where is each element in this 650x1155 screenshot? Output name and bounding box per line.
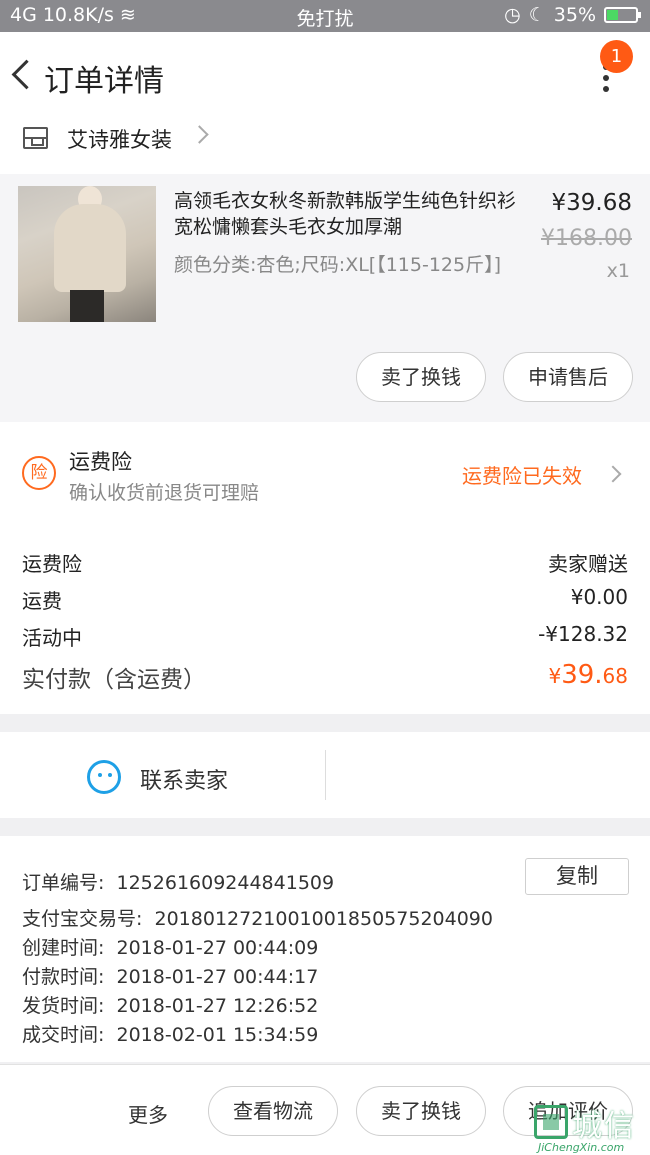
fee-label: 活动中 xyxy=(22,626,82,650)
resell-button[interactable]: 卖了换钱 xyxy=(356,1086,486,1136)
product-price: ¥39.68 xyxy=(551,190,632,216)
chevron-right-icon xyxy=(190,125,209,144)
fee-row: 运费险 卖家赠送 xyxy=(22,548,628,577)
battery-percent: 35% xyxy=(553,4,596,26)
fee-value: -¥128.32 xyxy=(538,622,628,646)
product-spec: 颜色分类:杏色;尺码:XL[【115-125斤】] xyxy=(174,254,502,276)
alipay-line: 支付宝交易号: 2018012721001001850575204090 xyxy=(22,908,493,930)
product-original-price: ¥168.00 xyxy=(541,226,632,251)
shipped-time-line: 发货时间: 2018-01-27 12:26:52 xyxy=(22,995,319,1017)
after-sale-button[interactable]: 申请售后 xyxy=(503,352,633,402)
more-button[interactable]: 更多 xyxy=(128,1099,168,1128)
alipay-number: 2018012721001001850575204090 xyxy=(154,908,493,930)
insurance-icon: 险 xyxy=(22,456,56,490)
order-number: 125261609244841509 xyxy=(116,872,335,894)
created-time-line: 创建时间: 2018-01-27 00:44:09 xyxy=(22,937,319,959)
divider xyxy=(325,750,326,800)
total-row: 实付款（含运费） ¥39.68 xyxy=(22,660,628,694)
total-value: ¥39.68 xyxy=(548,660,628,690)
product-image[interactable] xyxy=(18,186,156,322)
paid-time-line: 付款时间: 2018-01-27 00:44:17 xyxy=(22,966,319,988)
status-bar: 4G 10.8K/s ≋ 免打扰 ◷ ☾ 35% xyxy=(0,0,650,32)
alarm-icon: ◷ xyxy=(504,4,521,26)
order-number-line: 订单编号: 125261609244841509 xyxy=(22,872,335,894)
watermark: 城信 JiChengXin.com xyxy=(534,1103,646,1154)
fees-section: 运费险 卖家赠送 运费 ¥0.00 活动中 -¥128.32 实付款（含运费） … xyxy=(0,514,650,714)
fee-row: 活动中 -¥128.32 xyxy=(22,622,628,651)
fee-value: ¥0.00 xyxy=(570,585,628,609)
insurance-title: 运费险 xyxy=(69,450,132,474)
back-icon[interactable] xyxy=(6,54,34,94)
shop-icon xyxy=(23,127,48,149)
product-title[interactable]: 高领毛衣女秋冬新款韩版学生纯色针织衫宽松慵懒套头毛衣女加厚潮 xyxy=(174,188,524,240)
chat-icon[interactable] xyxy=(87,760,121,794)
resell-button[interactable]: 卖了换钱 xyxy=(356,352,486,402)
product-quantity: x1 xyxy=(606,260,630,282)
moon-icon: ☾ xyxy=(528,4,546,26)
total-label: 实付款（含运费） xyxy=(22,667,206,693)
notification-badge: 1 xyxy=(600,40,633,73)
view-logistics-button[interactable]: 查看物流 xyxy=(208,1086,338,1136)
completed-time-line: 成交时间: 2018-02-01 15:34:59 xyxy=(22,1024,319,1046)
contact-section: 联系卖家 xyxy=(0,732,650,818)
watermark-text: 城信 xyxy=(572,1109,636,1144)
watermark-logo-icon xyxy=(534,1105,568,1139)
shop-name: 艾诗雅女装 xyxy=(67,128,172,152)
order-info-section: 订单编号: 125261609244841509 复制 支付宝交易号: 2018… xyxy=(0,836,650,1062)
page-title: 订单详情 xyxy=(44,64,164,99)
insurance-subtitle: 确认收货前退货可理赔 xyxy=(69,482,260,504)
header: 订单详情 1 xyxy=(0,32,650,120)
shipping-insurance-section[interactable]: 险 运费险 确认收货前退货可理赔 运费险已失效 xyxy=(0,422,650,514)
contact-seller-button[interactable]: 联系卖家 xyxy=(140,763,228,795)
fee-label: 运费险 xyxy=(22,552,82,576)
fee-value: 卖家赠送 xyxy=(548,552,628,576)
product-card[interactable]: 高领毛衣女秋冬新款韩版学生纯色针织衫宽松慵懒套头毛衣女加厚潮 颜色分类:杏色;尺… xyxy=(0,174,650,422)
fee-row: 运费 ¥0.00 xyxy=(22,585,628,614)
shop-row[interactable]: 艾诗雅女装 xyxy=(0,120,650,174)
battery-icon xyxy=(604,7,641,23)
insurance-status[interactable]: 运费险已失效 xyxy=(462,460,582,489)
copy-button[interactable]: 复制 xyxy=(525,858,629,895)
chevron-right-icon xyxy=(604,465,622,483)
watermark-subtext: JiChengXin.com xyxy=(538,1141,625,1154)
fee-label: 运费 xyxy=(22,589,62,613)
